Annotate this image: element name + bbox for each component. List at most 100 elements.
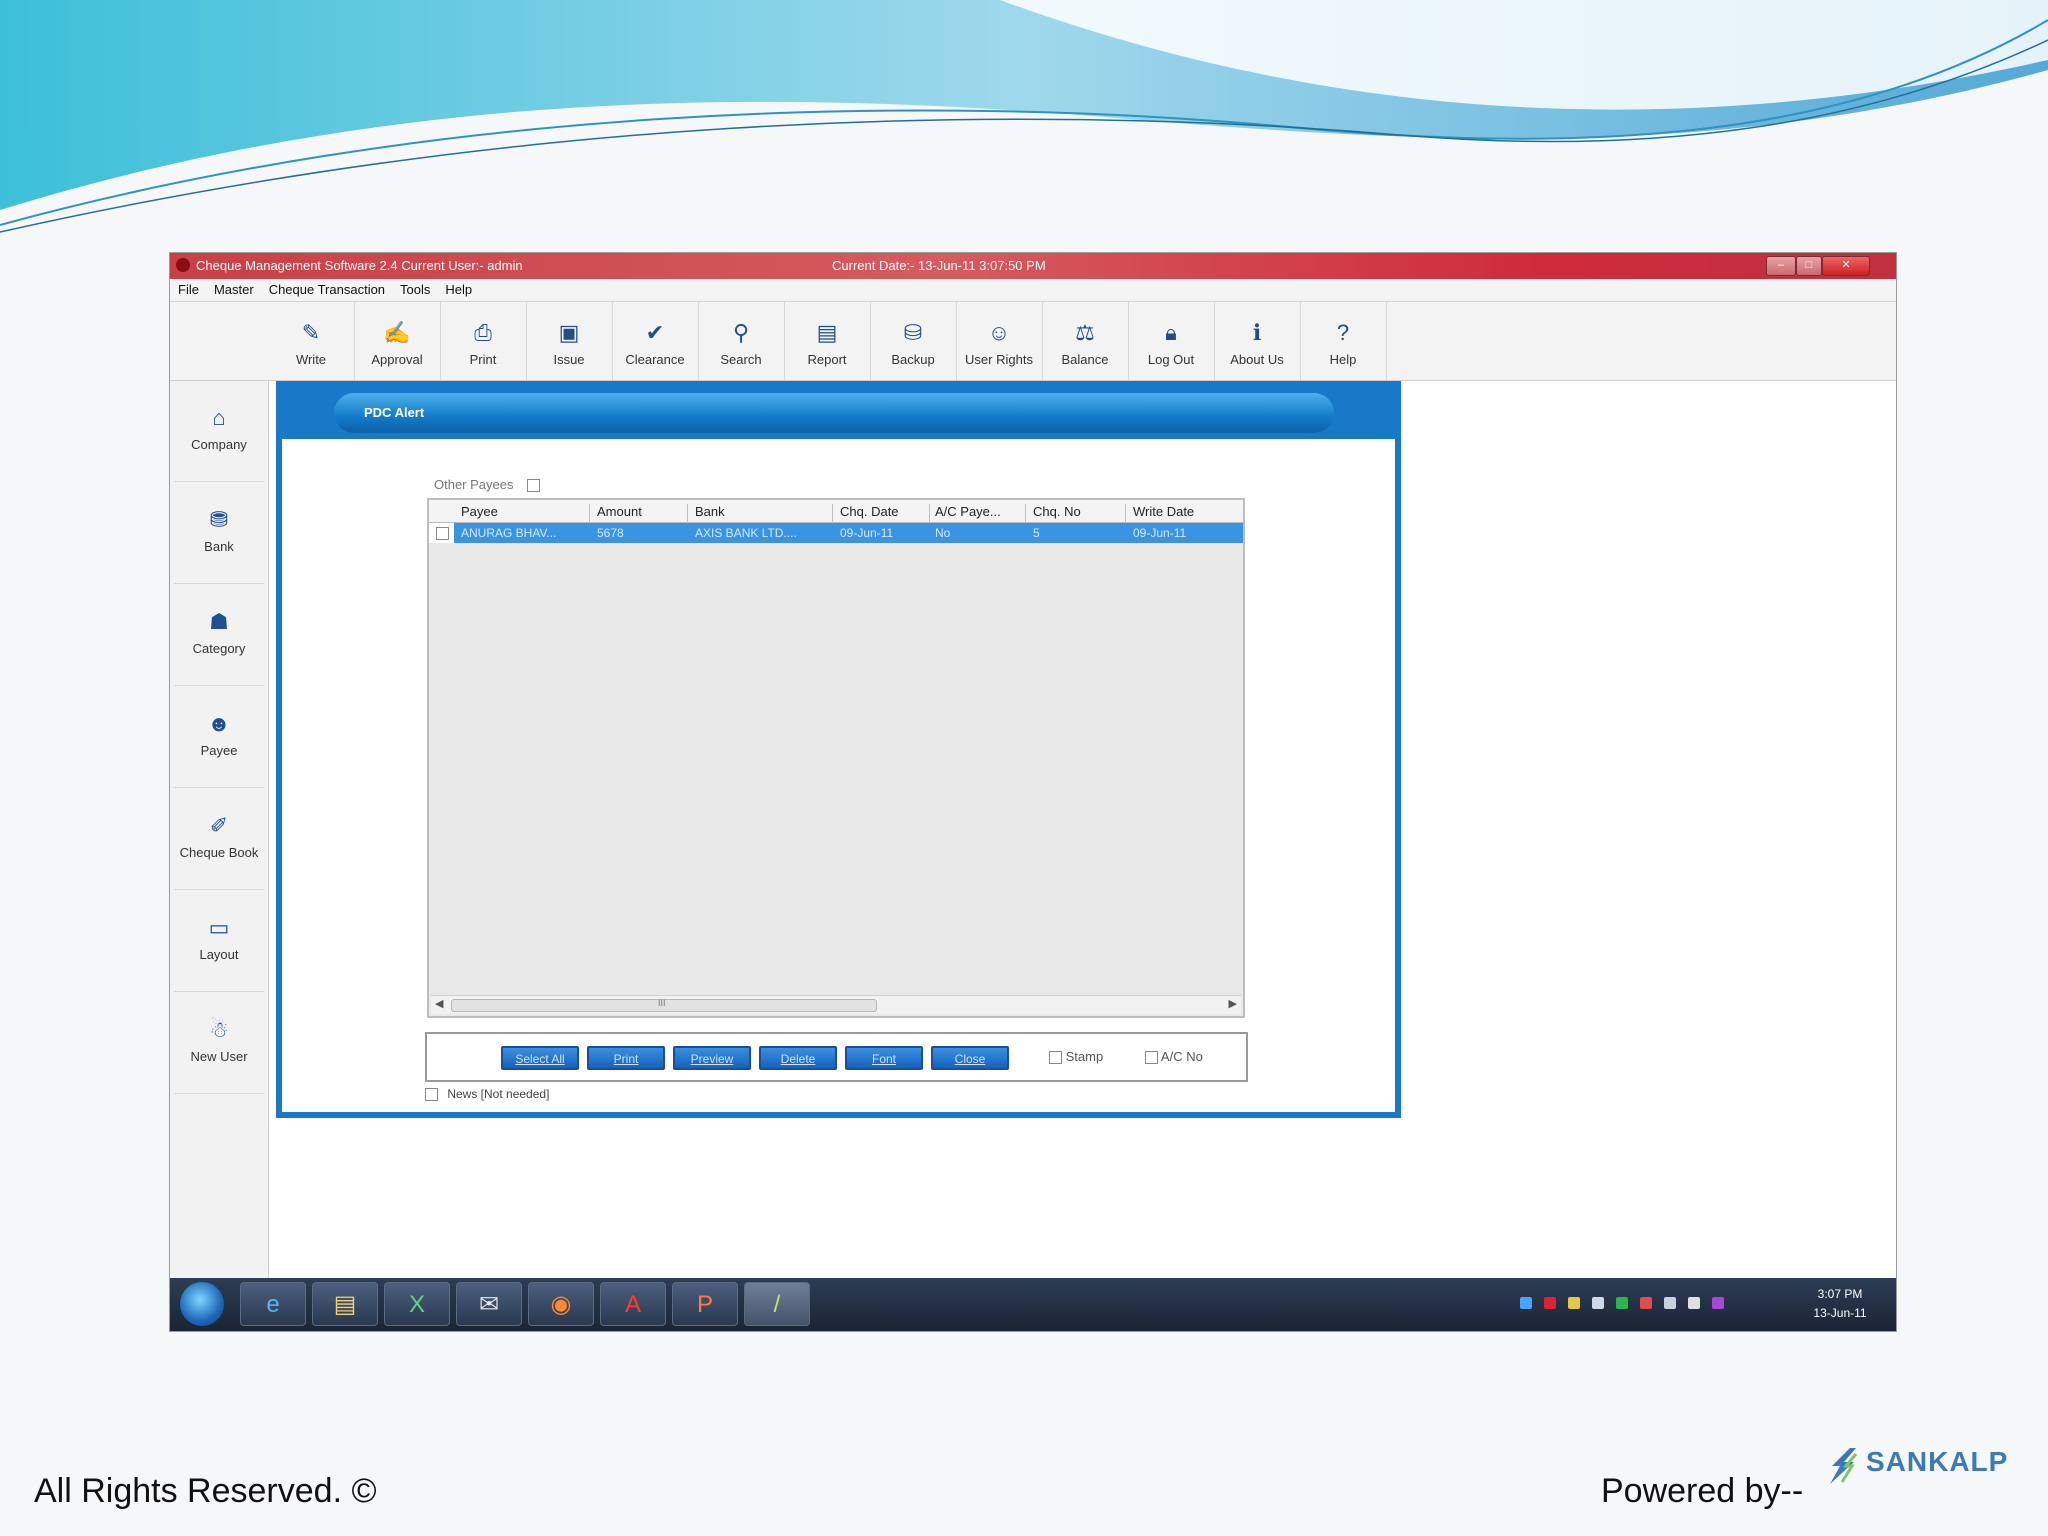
sidebar-item-label: Payee <box>200 743 238 758</box>
app-window: Cheque Management Software 2.4 Current U… <box>169 252 1897 1332</box>
ac-no-option[interactable]: A/C No <box>1145 1049 1203 1065</box>
tray-icon[interactable] <box>1520 1297 1532 1309</box>
maximize-button[interactable]: □ <box>1796 256 1822 276</box>
close-button[interactable]: Close <box>931 1046 1009 1070</box>
report-label: Report <box>807 352 847 367</box>
close-window-button[interactable]: ✕ <box>1822 256 1870 276</box>
explorer-taskbar-icon[interactable]: ▤ <box>312 1282 378 1326</box>
sidebar-item-label: Category <box>192 641 246 656</box>
cell-payee: ANURAG BHAV... <box>461 526 557 540</box>
col-amount[interactable]: Amount <box>597 504 687 519</box>
volume-icon[interactable] <box>1688 1297 1700 1309</box>
scroll-right-icon[interactable]: ▶ <box>1229 997 1237 1010</box>
cheque-app-taskbar-icon[interactable]: / <box>744 1282 810 1326</box>
excel-taskbar-icon[interactable]: X <box>384 1282 450 1326</box>
acrobat-taskbar-icon[interactable]: A <box>600 1282 666 1326</box>
menu-tools[interactable]: Tools <box>392 279 437 297</box>
sidebar-item-category[interactable]: ☗ Category <box>174 585 264 686</box>
print-button[interactable]: ⎙ Print <box>440 302 527 380</box>
balance-button[interactable]: ⚖ Balance <box>1042 302 1129 380</box>
backup-button[interactable]: ⛁ Backup <box>870 302 957 380</box>
tray-icon[interactable] <box>1544 1297 1556 1309</box>
scroll-left-icon[interactable]: ◀ <box>435 997 443 1010</box>
other-payees-option: Other Payees <box>434 477 541 493</box>
sidebar-item-company[interactable]: ⌂ Company <box>174 381 264 482</box>
current-date: Current Date:- 13-Jun-11 3:07:50 PM <box>832 258 1046 273</box>
firefox-taskbar-icon[interactable]: ◉ <box>528 1282 594 1326</box>
horizontal-scrollbar[interactable]: ◀ III ▶ <box>431 995 1241 1014</box>
col-write-date[interactable]: Write Date <box>1133 504 1233 519</box>
col-bank[interactable]: Bank <box>695 504 825 519</box>
taskbar-clock[interactable]: 3:07 PM 13-Jun-11 <box>1790 1285 1890 1323</box>
sidebar-item-payee[interactable]: ☻ Payee <box>174 687 264 788</box>
issue-label: Issue <box>553 352 585 367</box>
tray-icon[interactable] <box>1640 1297 1652 1309</box>
scroll-grip: III <box>658 998 666 1008</box>
col-chq-date[interactable]: Chq. Date <box>840 504 928 519</box>
minimize-button[interactable]: – <box>1766 256 1796 276</box>
tray-icon[interactable] <box>1568 1297 1580 1309</box>
clearance-label: Clearance <box>625 352 685 367</box>
pdc-title: PDC Alert <box>364 405 425 420</box>
sidebar-item-cheque-book[interactable]: ✐ Cheque Book <box>174 789 264 890</box>
tray-icon[interactable] <box>1592 1297 1604 1309</box>
other-payees-checkbox[interactable] <box>527 479 541 493</box>
preview-button[interactable]: Preview <box>673 1046 751 1070</box>
scroll-thumb[interactable]: III <box>451 998 877 1012</box>
tray-icon[interactable] <box>1664 1297 1676 1309</box>
col-ac-payee[interactable]: A/C Paye... <box>935 504 1023 519</box>
menu-help[interactable]: Help <box>437 279 479 297</box>
news-checkbox[interactable] <box>425 1088 438 1102</box>
help-button[interactable]: ? Help <box>1300 302 1387 380</box>
col-payee[interactable]: Payee <box>461 504 557 519</box>
mail-taskbar-icon[interactable]: ✉ <box>456 1282 522 1326</box>
font-button[interactable]: Font <box>845 1046 923 1070</box>
approval-icon: ✍ <box>383 320 411 345</box>
about-label: About Us <box>1230 352 1284 367</box>
col-chq-no[interactable]: Chq. No <box>1033 504 1121 519</box>
menu-file[interactable]: File <box>170 279 206 297</box>
slide-header-wave <box>0 0 2048 233</box>
ac-no-checkbox[interactable] <box>1145 1051 1158 1065</box>
tray-icon[interactable] <box>1712 1297 1724 1309</box>
menu-cheque-transaction[interactable]: Cheque Transaction <box>261 279 392 297</box>
issue-button[interactable]: ▣ Issue <box>526 302 613 380</box>
title-bar: Cheque Management Software 2.4 Current U… <box>170 253 1896 279</box>
about-us-button[interactable]: ℹ About Us <box>1214 302 1301 380</box>
sidebar-item-new-user[interactable]: ☃ New User <box>174 993 264 1094</box>
search-button[interactable]: ⚲ Search <box>698 302 785 380</box>
row-checkbox[interactable] <box>436 527 449 540</box>
ac-no-label: A/C No <box>1160 1049 1203 1064</box>
category-icon: ☗ <box>209 609 229 634</box>
payee-icon: ☻ <box>207 711 231 736</box>
report-button[interactable]: ▤ Report <box>784 302 871 380</box>
menu-bar: File Master Cheque Transaction Tools Help <box>170 279 1896 302</box>
menu-master[interactable]: Master <box>206 279 261 297</box>
powered-by-text: Powered by-- <box>1601 1472 1804 1510</box>
sidebar-item-label: Company <box>191 437 247 452</box>
sidebar-item-bank[interactable]: ⛃ Bank <box>174 483 264 584</box>
window-title: Cheque Management Software 2.4 Current U… <box>196 258 523 273</box>
stamp-option[interactable]: Stamp <box>1049 1049 1103 1065</box>
delete-button[interactable]: Delete <box>759 1046 837 1070</box>
write-icon: ✎ <box>301 320 321 345</box>
approval-label: Approval <box>371 352 423 367</box>
tray-icon[interactable] <box>1616 1297 1628 1309</box>
new-user-icon: ☃ <box>209 1017 229 1042</box>
ie-taskbar-icon[interactable]: e <box>240 1282 306 1326</box>
user-rights-button[interactable]: ☺ User Rights <box>956 302 1043 380</box>
table-row[interactable]: ANURAG BHAV... 5678 AXIS BANK LTD.... 09… <box>429 523 1243 543</box>
write-button[interactable]: ✎ Write <box>268 302 355 380</box>
sidebar-item-layout[interactable]: ▭ Layout <box>174 891 264 992</box>
news-option[interactable]: News [Not needed] <box>425 1087 550 1102</box>
select-all-button[interactable]: Select All <box>501 1046 579 1070</box>
stamp-checkbox[interactable] <box>1049 1051 1062 1065</box>
powerpoint-taskbar-icon[interactable]: P <box>672 1282 738 1326</box>
logout-button[interactable]: 🔒︎ Log Out <box>1128 302 1215 380</box>
print-pdc-button[interactable]: Print <box>587 1046 665 1070</box>
balance-icon: ⚖ <box>1075 320 1095 345</box>
start-button[interactable] <box>180 1282 224 1326</box>
approval-button[interactable]: ✍ Approval <box>354 302 441 380</box>
clearance-button[interactable]: ✔ Clearance <box>612 302 699 380</box>
news-label: News [Not needed] <box>447 1087 550 1101</box>
